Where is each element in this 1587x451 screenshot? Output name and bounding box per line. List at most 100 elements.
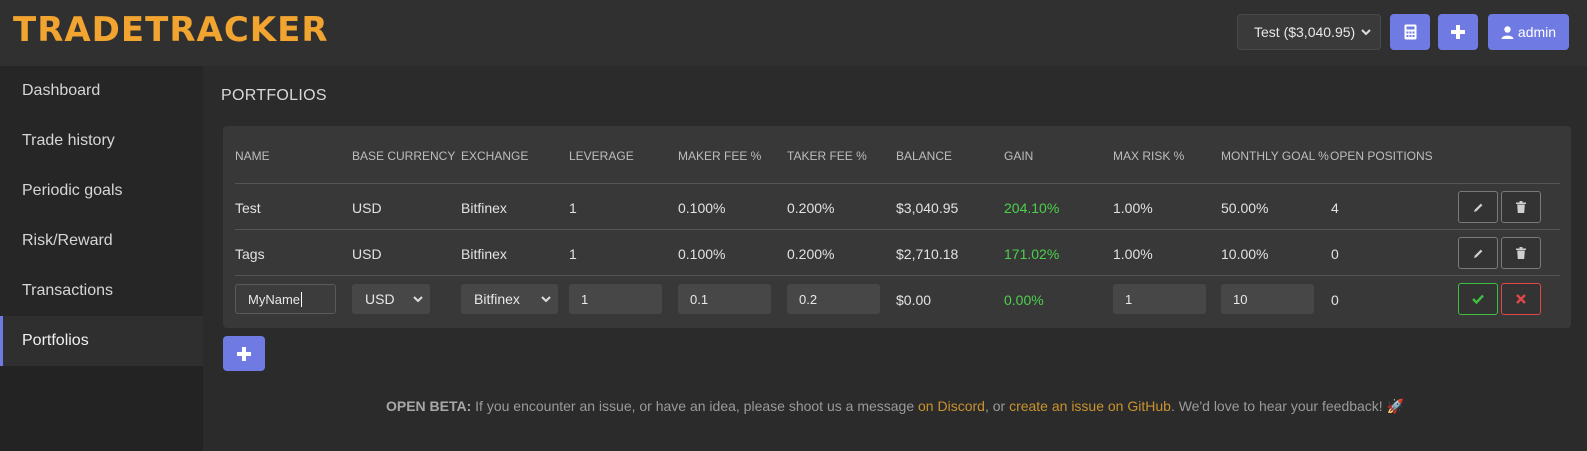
cell-monthly-goal: 50.00% [1221,200,1269,216]
cell-gain: 0.00% [1004,292,1044,308]
calculator-icon [1404,24,1416,40]
text-cursor [301,291,303,307]
pencil-icon [1473,203,1482,212]
account-select[interactable]: Test ($3,040.95) [1237,14,1381,50]
exchange-select[interactable]: Bitfinex [461,284,558,314]
cell-maker-fee: 0.100% [678,200,726,216]
sidebar-item-periodic-goals[interactable]: Periodic goals [0,166,203,216]
delete-button[interactable] [1501,237,1541,269]
sidebar-item-portfolios[interactable]: Portfolios [0,316,203,366]
column-header-leverage: LEVERAGE [569,149,634,163]
cell-open-positions: 4 [1331,200,1339,216]
leverage-input[interactable]: 1 [569,284,662,314]
cell-leverage: 1 [569,246,577,262]
column-header-exchange: EXCHANGE [461,149,529,163]
sidebar-item-risk-reward[interactable]: Risk/Reward [0,216,203,266]
cell-taker-fee: 0.200% [787,200,835,216]
main-content: PORTFOLIOS NAME BASE CURRENCY EXCHANGE L… [203,66,1587,451]
name-input[interactable]: MyName [235,284,336,314]
row-divider [235,183,1560,184]
edit-button[interactable] [1458,237,1498,269]
user-icon [1501,25,1514,39]
cell-max-risk: 1.00% [1113,200,1153,216]
trash-icon [1516,247,1526,259]
cell-exchange: Bitfinex [461,246,507,262]
user-name-label: admin [1517,24,1557,40]
base-currency-select-value: USD [365,291,395,307]
cell-open-positions: 0 [1331,246,1339,262]
sidebar-item-dashboard[interactable]: Dashboard [0,66,203,116]
beta-label: OPEN BETA: [385,398,472,414]
account-select-value: Test ($3,040.95) [1254,24,1356,40]
monthly-goal-input[interactable]: 10 [1221,284,1314,314]
cancel-button[interactable] [1501,283,1541,315]
row-divider [235,229,1560,230]
cell-taker-fee: 0.200% [787,246,835,262]
taker-fee-input[interactable]: 0.2 [787,284,880,314]
delete-button[interactable] [1501,191,1541,223]
chevron-down-icon [1361,29,1371,36]
page-title: PORTFOLIOS [221,87,327,104]
footer-text: . We'd love to hear your feedback! [1170,398,1387,414]
footer-text: , or [984,398,1010,414]
monthly-goal-input-value: 10 [1233,291,1248,307]
cell-open-positions: 0 [1331,292,1339,308]
sidebar-item-trade-history[interactable]: Trade history [0,116,203,166]
taker-fee-input-value: 0.2 [799,291,818,307]
column-header-monthly-goal: MONTHLY GOAL % [1221,149,1329,163]
cell-gain: 171.02% [1004,246,1060,262]
cell-balance: $3,040.95 [896,200,959,216]
add-trade-button[interactable] [1438,14,1478,50]
rocket-icon: 🚀 [1386,398,1405,414]
name-input-value: MyName [248,291,301,307]
add-portfolio-button[interactable] [223,336,265,371]
chevron-down-icon [541,296,551,303]
app-logo[interactable]: TRADETRACKER [13,10,329,50]
cell-name: Tags [235,246,265,262]
user-menu-button[interactable]: admin [1488,14,1569,50]
plus-icon [237,346,251,361]
cell-base-currency: USD [352,200,382,216]
column-header-gain: GAIN [1004,149,1034,163]
cell-base-currency: USD [352,246,382,262]
edit-button[interactable] [1458,191,1498,223]
cell-name: Test [235,200,261,216]
column-header-maker-fee: MAKER FEE % [678,149,762,163]
calculator-button[interactable] [1390,14,1430,50]
base-currency-select[interactable]: USD [352,284,430,314]
github-issue-link[interactable]: create an issue on GitHub [1009,398,1171,414]
trash-icon [1516,201,1526,213]
cell-monthly-goal: 10.00% [1221,246,1269,262]
cell-maker-fee: 0.100% [678,246,726,262]
cell-leverage: 1 [569,200,577,216]
column-header-max-risk: MAX RISK % [1113,149,1185,163]
sidebar-item-transactions[interactable]: Transactions [0,266,203,316]
maker-fee-input-value: 0.1 [690,291,709,307]
cell-exchange: Bitfinex [461,200,507,216]
column-header-balance: BALANCE [896,149,953,163]
check-icon [1472,294,1484,304]
maker-fee-input[interactable]: 0.1 [678,284,771,314]
close-icon [1516,294,1526,304]
portfolios-table: NAME BASE CURRENCY EXCHANGE LEVERAGE MAK… [223,126,1571,328]
sidebar: Dashboard Trade history Periodic goals R… [0,66,203,451]
cell-balance: $2,710.18 [896,246,959,262]
max-risk-input[interactable]: 1 [1113,284,1206,314]
column-header-base-currency: BASE CURRENCY [352,149,456,163]
plus-icon [1451,25,1465,39]
discord-link[interactable]: on Discord [918,398,985,414]
beta-footer: OPEN BETA: If you encounter an issue, or… [203,398,1587,415]
max-risk-input-value: 1 [1125,291,1133,307]
chevron-down-icon [413,296,423,303]
column-header-taker-fee: TAKER FEE % [787,149,867,163]
footer-text: If you encounter an issue, or have an id… [471,398,919,414]
row-divider [235,275,1560,276]
cell-balance: $0.00 [896,292,932,308]
confirm-button[interactable] [1458,283,1498,315]
leverage-input-value: 1 [581,291,589,307]
pencil-icon [1473,249,1482,258]
cell-gain: 204.10% [1004,200,1060,216]
column-header-open-positions: OPEN POSITIONS [1330,149,1433,163]
exchange-select-value: Bitfinex [474,291,520,307]
column-header-name: NAME [235,149,270,163]
